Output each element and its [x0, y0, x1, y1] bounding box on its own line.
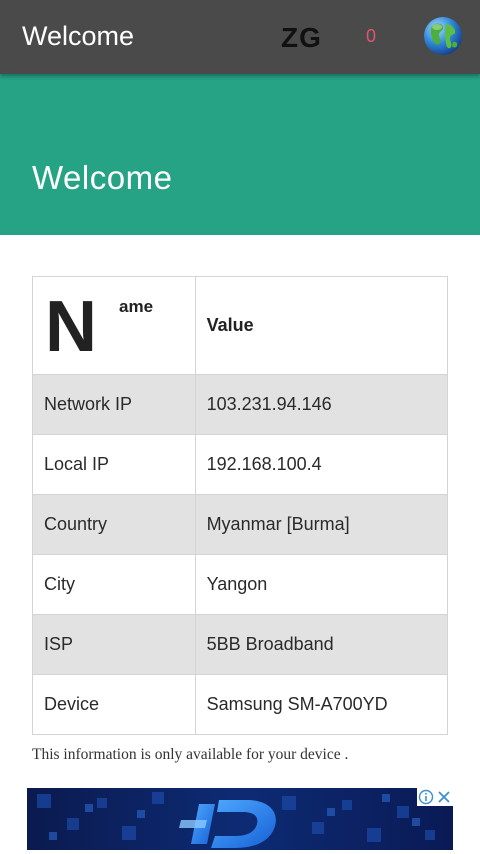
app-toolbar: Welcome ZG 0	[0, 0, 480, 74]
name-column-header: N ame	[32, 276, 196, 375]
counter-badge: 0	[366, 26, 377, 46]
row-value: Samsung SM-A700YD	[194, 674, 449, 735]
ad-artwork	[27, 788, 453, 850]
row-label: Local IP	[32, 434, 196, 495]
row-value: 103.231.94.146	[194, 374, 449, 435]
table-row: Local IP 192.168.100.4	[32, 434, 449, 495]
zg-font-button[interactable]: ZG	[281, 20, 322, 56]
row-label: ISP	[32, 614, 196, 675]
name-header-rest: ame	[119, 297, 154, 316]
globe-icon[interactable]	[423, 16, 463, 56]
info-icon[interactable]	[418, 789, 434, 805]
device-info-note: This information is only available for y…	[32, 746, 349, 763]
row-value: Yangon	[194, 554, 449, 615]
table-row: City Yangon	[32, 554, 449, 615]
value-header-label: Value	[206, 315, 254, 335]
row-label: Network IP	[32, 374, 196, 435]
table-header-row: N ame Value	[32, 276, 449, 375]
table-row: Device Samsung SM-A700YD	[32, 674, 449, 735]
close-icon[interactable]	[436, 789, 452, 805]
ad-banner[interactable]	[27, 788, 453, 850]
ad-controls	[417, 788, 453, 806]
table-row: ISP 5BB Broadband	[32, 614, 449, 675]
name-dropcap: N	[45, 287, 97, 367]
row-value: Myanmar [Burma]	[194, 494, 449, 555]
row-value: 5BB Broadband	[194, 614, 449, 675]
welcome-heading: Welcome	[32, 159, 173, 196]
device-info-table: N ame Value Network IP 103.231.94.146 Lo…	[32, 276, 449, 735]
row-label: City	[32, 554, 196, 615]
welcome-banner: Welcome	[0, 74, 480, 235]
value-column-header: Value	[194, 276, 449, 375]
table-row: Network IP 103.231.94.146	[32, 374, 449, 435]
table-row: Country Myanmar [Burma]	[32, 494, 449, 555]
toolbar-title: Welcome	[22, 21, 135, 51]
row-value: 192.168.100.4	[194, 434, 449, 495]
row-label: Country	[32, 494, 196, 555]
row-label: Device	[32, 674, 196, 735]
